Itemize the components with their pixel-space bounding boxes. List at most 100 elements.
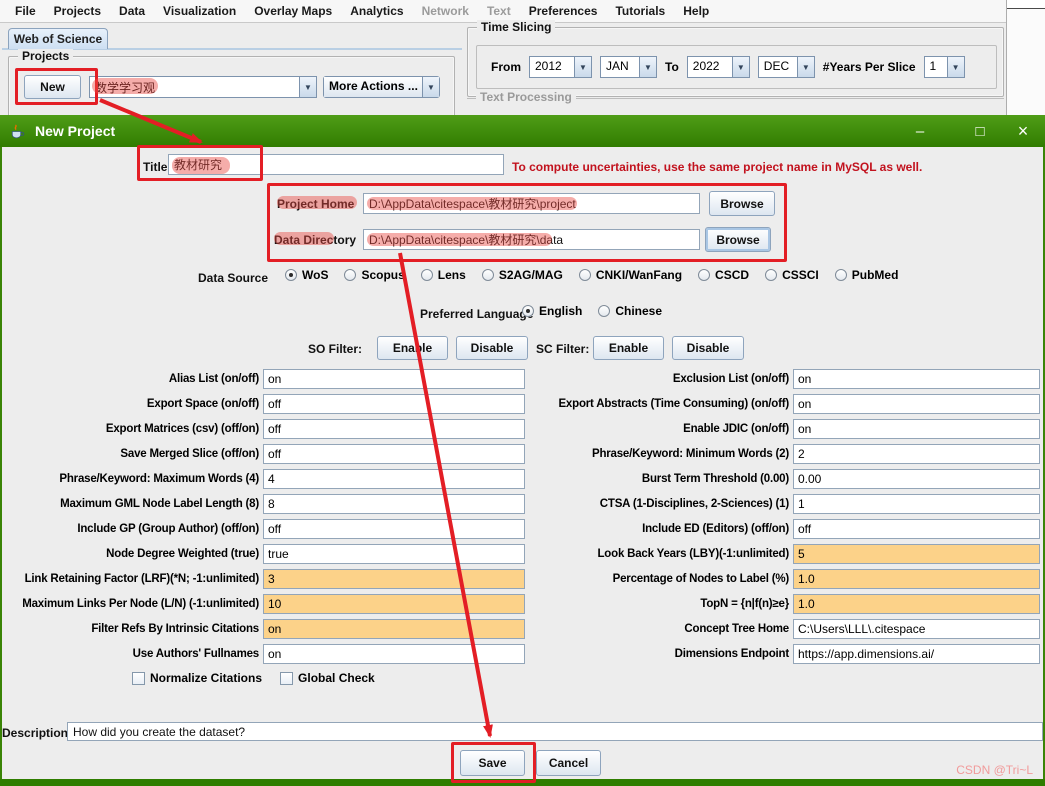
param-label: Link Retaining Factor (LRF)(*N; -1:unlim…	[24, 572, 260, 585]
data-directory-browse-button[interactable]: Browse	[705, 227, 771, 252]
data-source-option-cnki-wanfang[interactable]: CNKI/WanFang	[578, 268, 683, 282]
menu-item-network: Network	[421, 4, 469, 18]
param-input-maximum-links-per-node-l-n-1-unlimited[interactable]	[263, 593, 525, 614]
normalize-citations-checkbox[interactable]: Normalize Citations	[132, 671, 262, 685]
param-row-alias-list-on-off: Alias List (on/off)	[0, 366, 530, 391]
param-row-save-merged-slice-off-on: Save Merged Slice (off/on)	[0, 441, 530, 466]
data-source-option-cscd[interactable]: CSCD	[698, 268, 749, 282]
to-year-select[interactable]: 2022 ▼	[686, 56, 750, 78]
project-home-input[interactable]	[363, 193, 700, 214]
param-input-dimensions-endpoint[interactable]	[793, 643, 1040, 664]
radio-icon	[420, 269, 433, 281]
radio-label: Scopus	[361, 268, 405, 282]
preferred-language-options: English Chinese	[522, 304, 662, 318]
radio-label: Chinese	[615, 304, 663, 318]
param-input-use-authors-fullnames[interactable]	[263, 643, 525, 664]
title-input[interactable]	[168, 154, 504, 175]
param-label: Export Space (on/off)	[146, 397, 259, 410]
param-input-alias-list-on-off[interactable]	[263, 368, 525, 389]
param-input-include-gp-group-author-off-on[interactable]	[263, 518, 525, 539]
menu-item-overlay-maps[interactable]: Overlay Maps	[245, 4, 341, 18]
menu-item-file[interactable]: File	[6, 4, 45, 18]
radio-label: English	[539, 304, 583, 318]
sc-filter-disable-button[interactable]: Disable	[672, 336, 744, 360]
param-input-export-matrices-csv-off-on[interactable]	[263, 418, 525, 439]
param-input-export-abstracts-time-consuming-on-off[interactable]	[793, 393, 1040, 414]
sc-filter-enable-button[interactable]: Enable	[593, 336, 664, 360]
data-source-option-cssci[interactable]: CSSCI	[765, 268, 819, 282]
menu-item-help[interactable]: Help	[674, 4, 718, 18]
minimize-button[interactable]: –	[898, 115, 942, 147]
parameter-grid-left: Alias List (on/off) Export Space (on/off)…	[0, 366, 530, 666]
param-input-exclusion-list-on-off[interactable]	[793, 368, 1040, 389]
param-input-link-retaining-factor-lrf-n-1-unlimited[interactable]	[263, 568, 525, 589]
param-row-export-matrices-csv-off-on: Export Matrices (csv) (off/on)	[0, 416, 530, 441]
global-check-checkbox[interactable]: Global Check	[280, 671, 375, 685]
from-month-select[interactable]: JAN ▼	[600, 56, 657, 78]
param-input-topn-n-f-n-e[interactable]	[793, 593, 1040, 614]
param-label: Look Back Years (LBY)(-1:unlimited)	[597, 547, 789, 560]
cancel-button[interactable]: Cancel	[536, 750, 601, 776]
language-option-chinese[interactable]: Chinese	[598, 304, 662, 318]
to-year-value: 2022	[692, 59, 720, 73]
more-actions-dropdown[interactable]: More Actions ... ▼	[323, 76, 440, 98]
radio-icon	[285, 269, 297, 281]
param-input-enable-jdic-on-off[interactable]	[793, 418, 1040, 439]
new-project-button[interactable]: New	[24, 75, 81, 99]
param-label: Node Degree Weighted (true)	[106, 547, 259, 560]
param-input-concept-tree-home[interactable]	[793, 618, 1040, 639]
so-filter-label: SO Filter:	[308, 342, 363, 356]
param-input-save-merged-slice-off-on[interactable]	[263, 443, 525, 464]
param-label: Phrase/Keyword: Maximum Words (4)	[59, 472, 259, 485]
dialog-titlebar[interactable]: New Project	[0, 115, 1045, 147]
param-input-phrase-keyword-maximum-words-4[interactable]	[263, 468, 525, 489]
menu-item-visualization[interactable]: Visualization	[154, 4, 245, 18]
checkbox-row: Normalize Citations Global Check	[132, 671, 375, 685]
param-row-ctsa-1-disciplines-2-sciences-1: CTSA (1-Disciplines, 2-Sciences) (1)	[530, 491, 1045, 516]
data-source-option-pubmed[interactable]: PubMed	[834, 268, 898, 282]
param-row-node-degree-weighted-true: Node Degree Weighted (true)	[0, 541, 530, 566]
menu-item-data[interactable]: Data	[110, 4, 154, 18]
param-input-include-ed-editors-off-on[interactable]	[793, 518, 1040, 539]
data-source-option-lens[interactable]: Lens	[420, 268, 466, 282]
param-label: Include ED (Editors) (off/on)	[642, 522, 789, 535]
param-input-maximum-gml-node-label-length-8[interactable]	[263, 493, 525, 514]
data-source-option-scopus[interactable]: Scopus	[344, 268, 405, 282]
menu-item-analytics[interactable]: Analytics	[341, 4, 412, 18]
param-input-export-space-on-off[interactable]	[263, 393, 525, 414]
param-input-look-back-years-lby-1-unlimited[interactable]	[793, 543, 1040, 564]
param-input-burst-term-threshold-0-00[interactable]	[793, 468, 1040, 489]
save-button[interactable]: Save	[460, 750, 525, 776]
radio-label: CNKI/WanFang	[595, 268, 683, 282]
data-source-options: WoS Scopus Lens S2AG/MAG CNKI/WanFang CSCD CSS…	[285, 268, 898, 282]
description-input[interactable]	[67, 722, 1043, 741]
param-input-phrase-keyword-minimum-words-2[interactable]	[793, 443, 1040, 464]
years-per-slice-select[interactable]: 1 ▼	[923, 56, 965, 78]
from-year-value: 2012	[535, 59, 562, 73]
param-input-filter-refs-by-intrinsic-citations[interactable]	[263, 618, 525, 639]
to-month-select[interactable]: DEC ▼	[757, 56, 815, 78]
radio-icon	[765, 269, 778, 281]
param-input-ctsa-1-disciplines-2-sciences-1[interactable]	[793, 493, 1040, 514]
maximize-button[interactable]: □	[958, 115, 1002, 147]
close-button[interactable]: ×	[1001, 115, 1045, 147]
menu-item-projects[interactable]: Projects	[45, 4, 110, 18]
param-input-node-degree-weighted-true[interactable]	[263, 543, 525, 564]
data-directory-input[interactable]	[363, 229, 700, 250]
project-select[interactable]: 数学学习观 ▼	[89, 76, 317, 98]
project-home-browse-button[interactable]: Browse	[709, 191, 775, 216]
so-filter-disable-button[interactable]: Disable	[456, 336, 528, 360]
param-row-phrase-keyword-minimum-words-2: Phrase/Keyword: Minimum Words (2)	[530, 441, 1045, 466]
menu-item-tutorials[interactable]: Tutorials	[606, 4, 674, 18]
from-year-select[interactable]: 2012 ▼	[529, 56, 592, 78]
tab-web-of-science[interactable]: Web of Science	[8, 28, 108, 49]
param-label: Percentage of Nodes to Label (%)	[612, 572, 790, 585]
param-input-percentage-of-nodes-to-label[interactable]	[793, 568, 1040, 589]
menu-item-preferences[interactable]: Preferences	[520, 4, 607, 18]
so-filter-enable-button[interactable]: Enable	[377, 336, 448, 360]
years-per-slice-value: 1	[929, 59, 937, 73]
language-option-english[interactable]: English	[522, 304, 582, 318]
data-source-option-s2ag-mag[interactable]: S2AG/MAG	[481, 268, 563, 282]
chevron-down-icon: ▼	[731, 57, 749, 77]
data-source-option-wos[interactable]: WoS	[285, 268, 328, 282]
